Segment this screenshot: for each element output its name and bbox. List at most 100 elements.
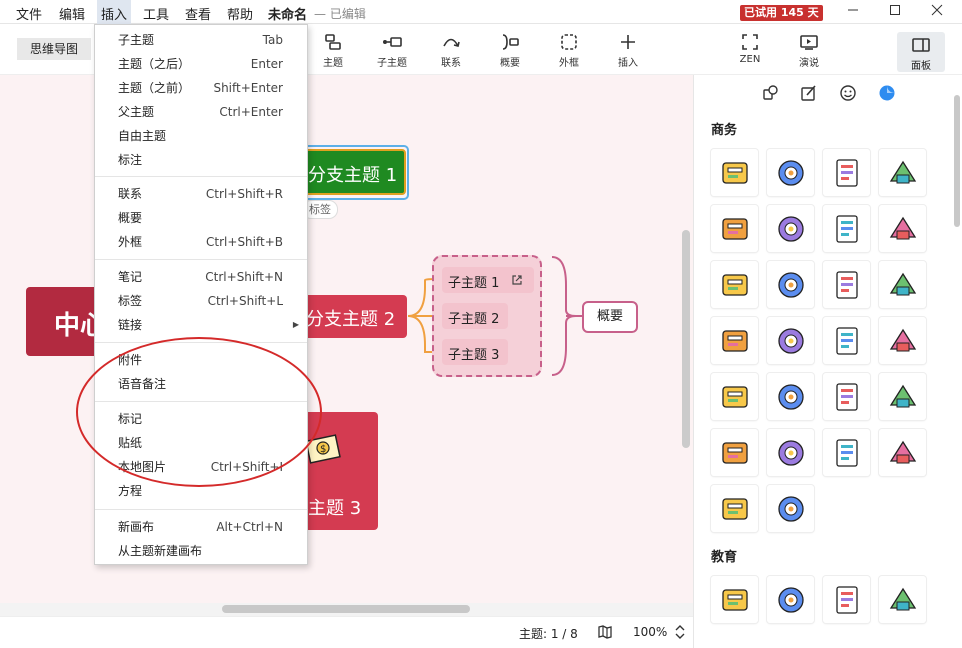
sticker-scales-icon[interactable] (767, 576, 814, 623)
menu-view[interactable]: 查看 (185, 4, 211, 23)
sticker-mailbox-icon[interactable] (879, 261, 926, 308)
close-button[interactable] (923, 2, 951, 22)
insert-menu-item-shortcut: Ctrl+Shift+N (205, 270, 283, 284)
sticker-atom-icon[interactable] (711, 576, 758, 623)
trial-badge[interactable]: 已试用 145 天 (740, 5, 823, 21)
panel-scrollbar[interactable] (954, 95, 960, 227)
mail-icon (889, 216, 917, 240)
branch-topic-2[interactable]: 分支主题 2 (296, 295, 407, 338)
zoom-level[interactable]: 100% (633, 625, 667, 639)
sticker-contacts-icon[interactable] (767, 205, 814, 252)
present-button[interactable]: 演说 (787, 33, 831, 69)
insert-menu-item[interactable]: 联系 Ctrl+Shift+R (95, 182, 307, 206)
branch-topic-1[interactable]: 分支主题 1 (296, 149, 406, 195)
sticker-analytics-icon[interactable] (767, 373, 814, 420)
sticker-checklist-icon[interactable] (767, 429, 814, 476)
sticker-flask-icon[interactable] (823, 576, 870, 623)
analytics-icon (778, 384, 804, 410)
subtopic-3[interactable]: 子主题 3 (442, 339, 508, 365)
insert-menu-item[interactable]: 标签 Ctrl+Shift+L (95, 289, 307, 313)
zoom-stepper-icon[interactable] (674, 623, 686, 641)
sticker-chat-icon[interactable] (879, 149, 926, 196)
insert-menu-item-label: 联系 (118, 187, 143, 201)
sticker-turntable-icon[interactable] (711, 317, 758, 364)
format-panel: 商务 教育 (693, 75, 962, 648)
sticker-presentation-icon[interactable] (879, 317, 926, 364)
atom-icon (722, 589, 748, 611)
format-icon[interactable] (800, 84, 818, 102)
sticker-calculator-icon[interactable] (823, 149, 870, 196)
insert-menu-item[interactable]: 自由主题 (95, 124, 307, 148)
canvas-vertical-scrollbar[interactable] (682, 230, 690, 448)
panel-toggle-button[interactable]: 面板 (897, 32, 945, 72)
toolbar-boundary-label: 外框 (559, 58, 579, 69)
insert-menu-item-label: 方程 (118, 484, 143, 498)
insert-menu-item-label: 主题（之前） (118, 81, 191, 95)
toolbar-insert-button[interactable]: 插入 (606, 33, 650, 69)
insert-menu-item-label: 标注 (118, 153, 143, 167)
subtopic-2[interactable]: 子主题 2 (442, 303, 508, 329)
minimize-button[interactable] (839, 2, 867, 22)
insert-menu-item[interactable]: 概要 (95, 206, 307, 230)
section-business-title: 商务 (711, 123, 738, 138)
sticker-microphone-icon[interactable] (711, 485, 758, 532)
menu-insert[interactable]: 插入 (97, 0, 132, 24)
maximize-button[interactable] (881, 2, 909, 22)
insert-menu-item[interactable]: 笔记 Ctrl+Shift+N (95, 265, 307, 289)
branch-topic-2-label: 分支主题 2 (306, 309, 396, 330)
insert-menu-item[interactable]: 从主题新建画布 (95, 539, 307, 563)
zen-button[interactable]: ZEN (728, 33, 772, 65)
sticker-support-icon[interactable] (823, 205, 870, 252)
subtopic-1[interactable]: 子主题 1 (442, 267, 534, 293)
horizontal-scroll-thumb[interactable] (222, 605, 470, 613)
sticker-briefcase-icon[interactable] (767, 149, 814, 196)
sticker-target-icon[interactable] (823, 373, 870, 420)
insert-menu-item-label: 父主题 (118, 105, 155, 119)
external-link-icon[interactable] (511, 274, 523, 286)
branch-topic-3-label: 主题 3 (308, 498, 362, 519)
view-mode-button[interactable]: 思维导图 (17, 38, 91, 60)
toolbar-summary-button[interactable]: 概要 (488, 33, 532, 69)
toolbar-topic-button[interactable]: 主题 (311, 33, 355, 69)
coins-icon (889, 440, 917, 464)
sticker-bar-chart-icon[interactable] (823, 429, 870, 476)
sticker-mail-icon[interactable] (879, 205, 926, 252)
insert-menu-item[interactable]: 新画布 Alt+Ctrl+N (95, 515, 307, 539)
sticker-newton-cradle-icon[interactable] (879, 576, 926, 623)
insert-menu-item[interactable]: 主题（之后） Enter (95, 52, 307, 76)
insert-menu-item[interactable]: 外框 Ctrl+Shift+B (95, 230, 307, 254)
panel-label: 面板 (911, 61, 931, 72)
toolbar-boundary-button[interactable]: 外框 (547, 33, 591, 69)
sticker-newspaper-icon[interactable] (767, 317, 814, 364)
sticker-clock-icon[interactable] (711, 429, 758, 476)
insert-menu-item[interactable]: 父主题 Ctrl+Enter (95, 100, 307, 124)
folder-icon (778, 272, 804, 298)
menu-file[interactable]: 文件 (16, 4, 42, 23)
microphone-icon (722, 498, 748, 520)
sticker-document-search-icon[interactable] (711, 261, 758, 308)
toolbar-summary-label: 概要 (500, 58, 520, 69)
menu-edit[interactable]: 编辑 (59, 4, 85, 23)
insert-menu-item[interactable]: 子主题 Tab (95, 28, 307, 52)
sticker-id-card-icon[interactable] (767, 485, 814, 532)
insert-menu-item[interactable]: 链接 ▶ (95, 313, 307, 337)
emoji-icon[interactable] (839, 84, 857, 102)
menu-help[interactable]: 帮助 (227, 4, 253, 23)
sticker-coffee-icon[interactable] (711, 205, 758, 252)
sticker-icon[interactable] (878, 84, 896, 102)
sticker-folder-icon[interactable] (767, 261, 814, 308)
summary-topic[interactable]: 概要 (582, 301, 638, 333)
sticker-team-icon[interactable] (879, 373, 926, 420)
sticker-book-icon[interactable] (823, 317, 870, 364)
toolbar-subtopic-button[interactable]: 子主题 (370, 33, 414, 69)
toolbar-relationship-button[interactable]: 联系 (429, 33, 473, 69)
sticker-printer-icon[interactable] (711, 373, 758, 420)
sticker-globe-icon[interactable] (823, 261, 870, 308)
sticker-money-icon[interactable] (711, 149, 758, 196)
sticker-coins-icon[interactable] (879, 429, 926, 476)
outline-map-icon[interactable] (597, 624, 613, 640)
style-icon[interactable] (761, 84, 779, 102)
menu-tools[interactable]: 工具 (143, 4, 169, 23)
insert-menu-item[interactable]: 主题（之前） Shift+Enter (95, 76, 307, 100)
insert-menu-item[interactable]: 标注 (95, 148, 307, 172)
